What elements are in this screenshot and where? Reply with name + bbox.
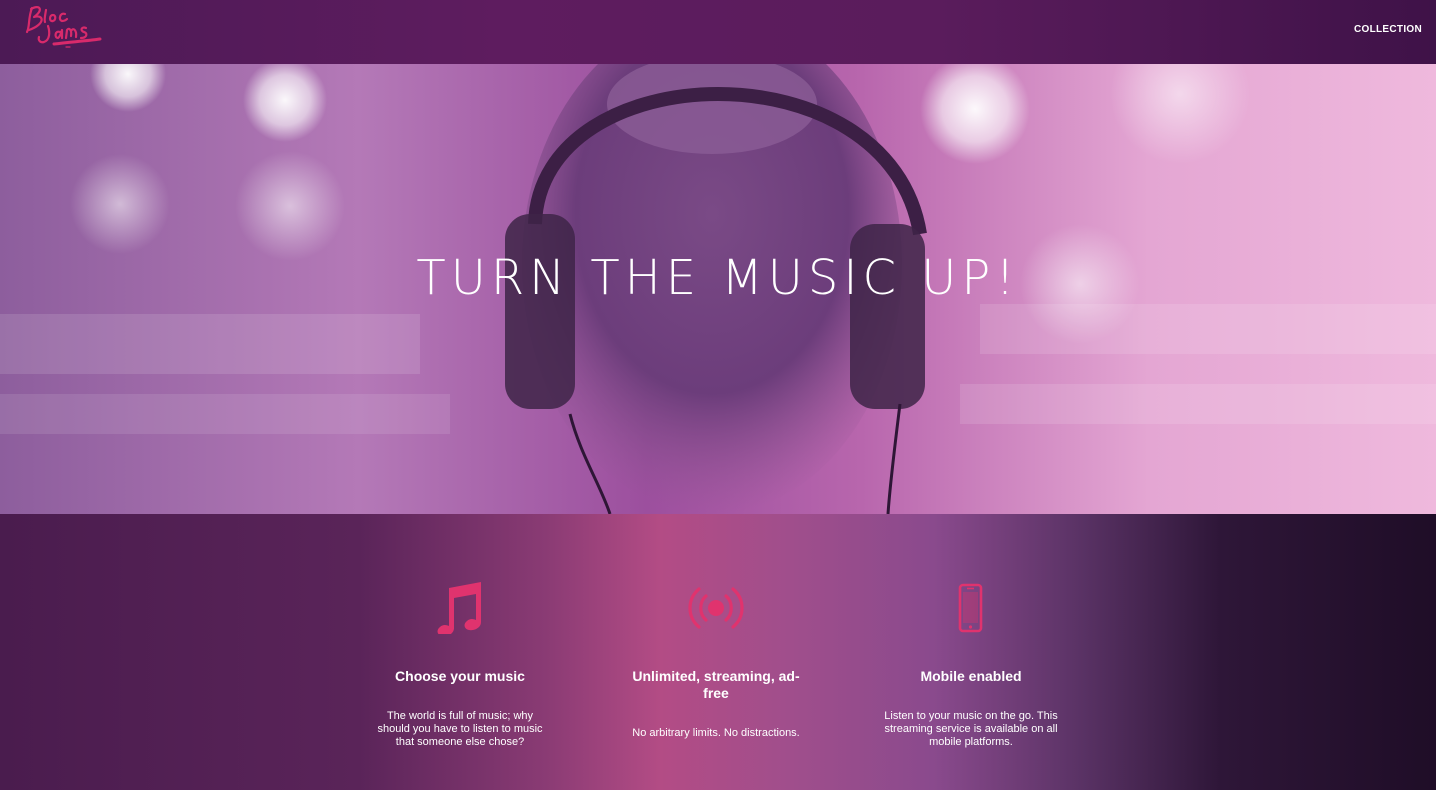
- mobile-phone-icon: [881, 582, 1061, 634]
- feature-text: Listen to your music on the go. This str…: [884, 710, 1058, 748]
- feature-text: The world is full of music; why should y…: [377, 710, 543, 748]
- feature-text: No arbitrary limits. No distractions.: [632, 727, 800, 739]
- logo[interactable]: [24, 0, 104, 56]
- feature-title: Unlimited, streaming, ad-free: [632, 668, 800, 701]
- feature-title: Choose your music: [395, 668, 525, 684]
- navbar: COLLECTION: [0, 0, 1436, 64]
- bloc-jams-logo-image: [25, 6, 102, 48]
- nav-link-collection[interactable]: COLLECTION: [1354, 24, 1422, 35]
- broadcast-icon: [626, 582, 806, 634]
- feature-title: Mobile enabled: [920, 668, 1022, 684]
- music-note-icon: [370, 582, 550, 637]
- hero: TURN THE MUSIC UP!: [0, 64, 1436, 514]
- features-section: Choose your music The world is full of m…: [0, 514, 1436, 790]
- hero-title: TURN THE MUSIC UP!: [416, 250, 1020, 306]
